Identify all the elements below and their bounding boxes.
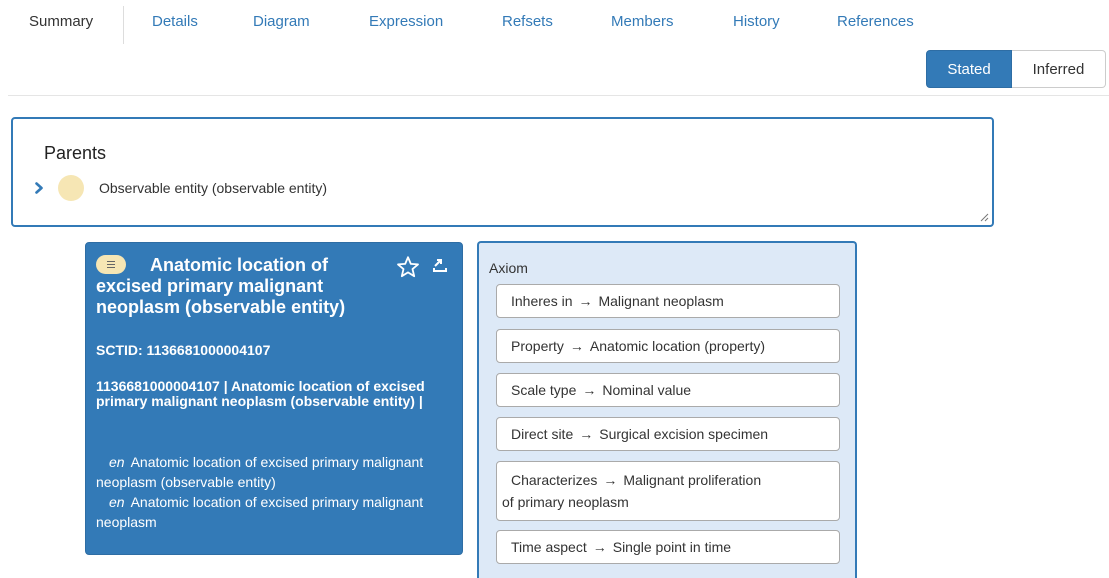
tab-divider: [123, 6, 124, 44]
description-list: en Anatomic location of excised primary m…: [96, 452, 446, 532]
axiom-title: Axiom: [489, 260, 528, 276]
language-tag: en: [109, 494, 125, 510]
definition-status-icon: [96, 254, 126, 274]
relationship-target: Single point in time: [612, 539, 732, 555]
arrow-right-icon: →: [592, 539, 607, 555]
star-outline-icon[interactable]: [396, 255, 420, 279]
axiom-panel: Axiom Inheres in → Malignant neoplasm Prop…: [477, 241, 857, 578]
resize-grip-icon[interactable]: [979, 212, 989, 222]
inferred-button[interactable]: Inferred: [1012, 50, 1106, 88]
language-tag: en: [109, 454, 125, 470]
concept-card: Anatomic location of excised primary mal…: [85, 242, 463, 555]
relationship-type: Characterizes: [511, 472, 598, 488]
relationship-target: Surgical excision specimen: [599, 426, 769, 442]
description-item: en Anatomic location of excised primary m…: [96, 452, 446, 492]
chevron-right-icon[interactable]: [33, 181, 45, 195]
relationship-target-continued: of primary neoplasm: [502, 494, 629, 510]
parent-label[interactable]: Observable entity (observable entity): [99, 180, 327, 196]
tab-members[interactable]: Members: [611, 13, 674, 30]
relationship-type: Property: [511, 338, 564, 354]
arrow-right-icon: →: [579, 426, 594, 442]
relationship-item[interactable]: Property → Anatomic location (property): [496, 329, 840, 363]
description-item: en Anatomic location of excised primary m…: [96, 492, 446, 532]
export-icon[interactable]: [431, 256, 449, 274]
relationship-target: Malignant proliferation: [623, 472, 762, 488]
tab-refsets[interactable]: Refsets: [502, 13, 553, 30]
relationship-target: Malignant neoplasm: [598, 293, 724, 309]
stated-button[interactable]: Stated: [926, 50, 1012, 88]
parents-title: Parents: [44, 143, 107, 163]
arrow-right-icon: →: [578, 293, 593, 309]
relationship-item[interactable]: Scale type → Nominal value: [496, 373, 840, 407]
relationship-target: Anatomic location (property): [589, 338, 765, 354]
tab-details[interactable]: Details: [152, 13, 198, 30]
primitive-concept-icon: [58, 175, 84, 201]
tab-summary[interactable]: Summary: [29, 13, 93, 30]
header-divider: [8, 95, 1109, 96]
arrow-right-icon: →: [603, 472, 618, 488]
sctid-label: SCTID: 1136681000004107: [96, 342, 271, 358]
tab-references[interactable]: References: [837, 13, 914, 30]
relationship-item[interactable]: Characterizes → Malignant proliferation of …: [496, 461, 840, 521]
concept-title-text: Anatomic location of excised primary mal…: [96, 255, 346, 317]
relationship-item[interactable]: Time aspect → Single point in time: [496, 530, 840, 564]
tab-history[interactable]: History: [733, 13, 780, 30]
description-text: Anatomic location of excised primary mal…: [96, 454, 424, 490]
relationship-item[interactable]: Inheres in → Malignant neoplasm: [496, 284, 840, 318]
tab-bar: Summary Details Diagram Expression Refse…: [0, 0, 1109, 50]
tab-diagram[interactable]: Diagram: [253, 13, 310, 30]
relationship-type: Scale type: [511, 382, 577, 398]
fsn-line: 1136681000004107 | Anatomic location of …: [96, 378, 425, 409]
tab-expression[interactable]: Expression: [369, 13, 443, 30]
parents-panel: Parents Observable entity (observable en…: [11, 117, 994, 227]
relationship-type: Direct site: [511, 426, 574, 442]
relationship-type: Inheres in: [511, 293, 573, 309]
relationship-type: Time aspect: [511, 539, 587, 555]
concept-summary-page: Summary Details Diagram Expression Refse…: [0, 0, 1109, 578]
arrow-right-icon: →: [569, 338, 584, 354]
arrow-right-icon: →: [582, 382, 597, 398]
stated-inferred-toggle: Stated Inferred: [926, 50, 1106, 88]
description-text: Anatomic location of excised primary mal…: [96, 494, 424, 530]
parent-item[interactable]: Observable entity (observable entity): [33, 175, 327, 201]
concept-title: Anatomic location of excised primary mal…: [96, 254, 396, 318]
relationship-target: Nominal value: [602, 382, 692, 398]
relationship-item[interactable]: Direct site → Surgical excision specimen: [496, 417, 840, 451]
